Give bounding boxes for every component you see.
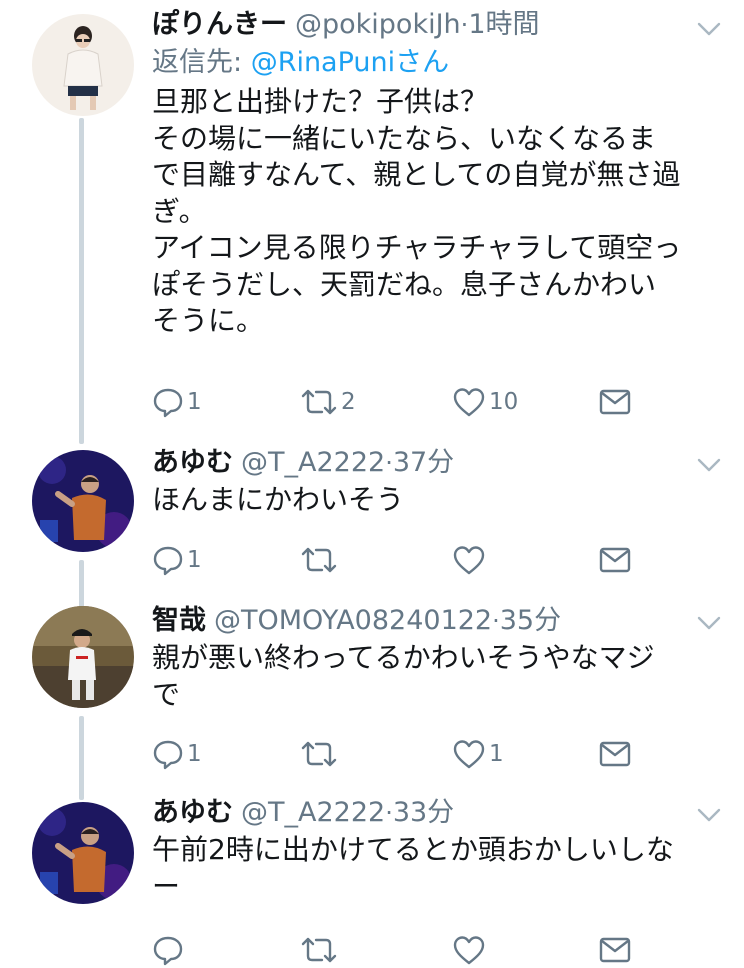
direct-message-button[interactable]	[598, 384, 632, 420]
tweet-actions	[152, 932, 652, 968]
display-name[interactable]: あゆむ	[152, 797, 233, 828]
reply-button[interactable]: 1	[152, 384, 202, 420]
reply-icon	[153, 740, 183, 770]
separator-dot: ·	[385, 449, 393, 477]
tweet[interactable]: あゆむ @T_A2222·33分 午前2時に出かけてるとか頭おかしいしな ー	[0, 790, 744, 966]
chevron-down-icon[interactable]	[696, 20, 722, 38]
reply-count: 1	[187, 547, 202, 573]
heart-icon	[453, 936, 485, 965]
reply-button[interactable]	[152, 932, 187, 968]
chevron-down-icon[interactable]	[696, 614, 722, 632]
tweet-actions: 1 2 10	[152, 384, 652, 420]
tweet[interactable]: あゆむ @T_A2222·37分 ほんまにかわいそう 1	[0, 440, 744, 600]
user-handle[interactable]: @TOMOYA08240122	[214, 605, 492, 636]
tweet-text: ほんまにかわいそう	[152, 482, 724, 519]
reply-icon	[153, 546, 183, 576]
tweet-text-line: そうに。	[152, 304, 265, 337]
reply-count: 1	[187, 741, 202, 767]
timestamp[interactable]: 35分	[500, 605, 561, 636]
avatar[interactable]	[32, 450, 134, 552]
retweet-count: 2	[341, 389, 356, 415]
like-count: 1	[489, 741, 504, 767]
envelope-icon	[599, 389, 631, 415]
reply-button[interactable]: 1	[152, 542, 202, 578]
tweet-header: ぽりんきー @pokipokiJh·1時間	[152, 8, 724, 42]
heart-icon	[453, 740, 485, 769]
reply-count: 1	[187, 389, 202, 415]
tweet-text: 旦那と出掛けた？子供は？ その場に一緒にいたなら、いなくなるま で目離すなんて、…	[152, 84, 724, 340]
display-name[interactable]: ぽりんきー	[152, 9, 287, 40]
reply-to-handle[interactable]: @RinaPuniさん	[251, 47, 449, 78]
reply-button[interactable]: 1	[152, 736, 202, 772]
retweet-button[interactable]: 2	[300, 384, 356, 420]
direct-message-button[interactable]	[598, 542, 632, 578]
envelope-icon	[599, 741, 631, 767]
like-count: 10	[489, 389, 519, 415]
retweet-icon	[301, 389, 337, 415]
tweet-text: 午前2時に出かけてるとか頭おかしいしな ー	[152, 832, 724, 905]
separator-dot: ·	[385, 799, 393, 827]
retweet-icon	[301, 547, 337, 573]
tweet-actions: 1	[152, 542, 652, 578]
tweet[interactable]: 智哉 @TOMOYA08240122·35分 親が悪い終わってるかわいそうやなマジ…	[0, 600, 744, 790]
tweet-text-line: 親が悪い終わってるかわいそうやなマジ	[152, 641, 655, 674]
direct-message-button[interactable]	[598, 736, 632, 772]
tweet-actions: 1 1	[152, 736, 652, 772]
user-handle[interactable]: @T_A2222	[241, 447, 385, 478]
timestamp[interactable]: 1時間	[468, 9, 539, 40]
user-handle[interactable]: @T_A2222	[241, 797, 385, 828]
tweet-header: あゆむ @T_A2222·33分	[152, 796, 724, 830]
retweet-button[interactable]	[300, 542, 341, 578]
avatar[interactable]	[32, 14, 134, 116]
retweet-button[interactable]	[300, 736, 341, 772]
like-button[interactable]	[452, 542, 489, 578]
user-handle[interactable]: @pokipokiJh	[295, 9, 461, 40]
like-button[interactable]	[452, 932, 486, 968]
tweet[interactable]: ぽりんきー @pokipokiJh·1時間 返信先: @RinaPuniさん 旦那…	[0, 0, 744, 440]
tweet-text-line: ぽそうだし、天罰だね。息子さんかわい	[152, 267, 657, 301]
heart-icon	[453, 546, 485, 575]
tweet-text-line: で目離すなんて、親としての自覚が無さ過	[152, 158, 681, 191]
tweet-text-line: ー	[152, 869, 181, 903]
like-button[interactable]: 1	[452, 736, 504, 772]
tweet-text-line: で	[152, 677, 181, 711]
retweet-button[interactable]	[300, 932, 338, 968]
display-name[interactable]: あゆむ	[152, 447, 233, 478]
avatar[interactable]	[32, 606, 134, 708]
tweet-text-line: その場に一緒にいたなら、いなくなるま	[152, 121, 657, 155]
tweet-text-line: アイコン見る限りチャラチャラして頭空っ	[152, 231, 682, 264]
tweet-text-line: ぎ。	[152, 194, 207, 228]
envelope-icon	[599, 547, 631, 573]
direct-message-button[interactable]	[598, 932, 632, 968]
retweet-icon	[301, 741, 337, 767]
timestamp[interactable]: 37分	[393, 447, 454, 478]
reply-icon	[153, 388, 183, 418]
retweet-icon	[301, 937, 337, 963]
reply-to-prefix: 返信先:	[152, 47, 251, 78]
tweet-text-line: 旦那と出掛けた？子供は？	[152, 85, 489, 118]
like-button[interactable]: 10	[452, 384, 518, 420]
tweet-text: 親が悪い終わってるかわいそうやなマジ で	[152, 640, 724, 713]
heart-icon	[453, 388, 485, 417]
display-name[interactable]: 智哉	[152, 605, 206, 636]
chevron-down-icon[interactable]	[696, 806, 722, 824]
chevron-down-icon[interactable]	[696, 456, 722, 474]
envelope-icon	[599, 937, 631, 963]
separator-dot: ·	[492, 607, 500, 635]
reply-icon	[153, 936, 183, 966]
tweet-header: 智哉 @TOMOYA08240122·35分	[152, 604, 724, 638]
tweet-text-line: ほんまにかわいそう	[152, 483, 405, 516]
timestamp[interactable]: 33分	[393, 797, 454, 828]
reply-to: 返信先: @RinaPuniさん	[152, 44, 724, 82]
conversation-timeline: ぽりんきー @pokipokiJh · 1時間 返信先: @RinaPuniさん 旦那…	[0, 0, 744, 966]
tweet-text-line: 午前2時に出かけてるとか頭おかしいしな	[152, 833, 674, 866]
avatar[interactable]	[32, 802, 134, 904]
tweet-header: あゆむ @T_A2222·37分	[152, 446, 724, 480]
